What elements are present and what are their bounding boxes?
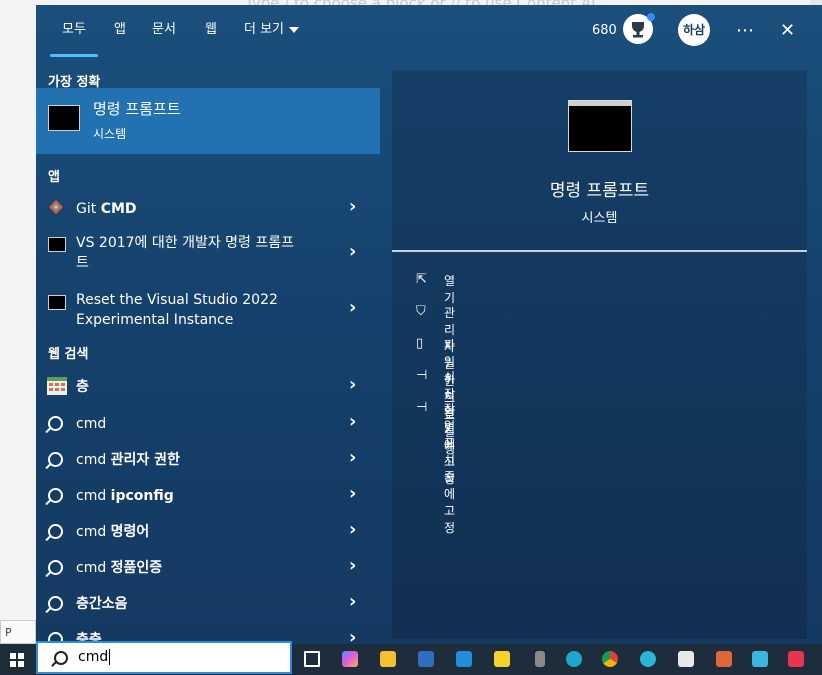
results-list: 가장 정확 명령 프롬프트 시스템 앱 Git CMD › VS 2017에 대… [36, 57, 380, 644]
git-icon [49, 200, 63, 214]
search-icon [48, 416, 63, 431]
chrome-icon[interactable] [602, 651, 618, 667]
list-item-web[interactable]: 층 › [36, 371, 380, 403]
cmd-large-icon [568, 100, 632, 152]
cmd-icon [48, 105, 80, 131]
chevron-right-icon[interactable]: › [349, 627, 356, 644]
tab-more[interactable]: 더 보기 [244, 5, 300, 57]
tab-web[interactable]: 웹 [205, 5, 217, 57]
app-label-line2: Experimental Instance [76, 312, 234, 328]
chevron-right-icon[interactable]: › [349, 447, 356, 468]
list-item-web[interactable]: cmd ipconfig › [36, 480, 380, 512]
chevron-right-icon[interactable]: › [349, 555, 356, 576]
web-image-icon [47, 377, 67, 395]
avatar[interactable]: 하삼자 [678, 14, 710, 46]
preview-divider [392, 250, 807, 252]
shield-icon: ⛉ [416, 304, 426, 319]
open-icon: ⇱ [416, 272, 427, 287]
usb-icon[interactable] [535, 651, 545, 667]
chevron-down-icon [289, 26, 300, 33]
file-location-icon: ▯ [416, 336, 424, 351]
pin-icon: ⊣ [416, 400, 428, 415]
more-options-icon[interactable]: ⋯ [736, 5, 755, 57]
app-icon[interactable] [640, 651, 656, 667]
web-label: cmd [76, 416, 107, 432]
web-label: 층 [76, 379, 89, 395]
preview-pane: 명령 프롬프트 시스템 ⇱ 열기 ⛉ 관리자 권한으로 실행 ▯ 파일 위치 열… [392, 70, 807, 639]
search-icon [48, 452, 63, 467]
list-item-app[interactable]: Git CMD › [36, 193, 380, 223]
search-icon [48, 488, 63, 503]
list-item-web[interactable]: cmd 정품인증 › [36, 552, 380, 584]
edge-icon[interactable] [566, 651, 582, 667]
web-label: cmd 정품인증 [76, 560, 163, 576]
best-match-title: 명령 프롬프트 [93, 100, 181, 118]
chevron-right-icon[interactable]: › [349, 196, 356, 217]
search-icon [48, 596, 63, 611]
web-label: cmd ipconfig [76, 488, 174, 504]
chevron-right-icon[interactable]: › [349, 483, 356, 504]
app-icon[interactable] [752, 651, 768, 667]
task-view-icon[interactable] [304, 651, 320, 667]
chevron-right-icon[interactable]: › [349, 241, 356, 262]
search-icon [48, 524, 63, 539]
copilot-icon[interactable] [342, 651, 358, 667]
list-item-app[interactable]: Reset the Visual Studio 2022 Experimenta… [36, 289, 380, 335]
search-icon [54, 651, 68, 665]
background-corner-box: P [0, 620, 36, 644]
file-explorer-icon[interactable] [380, 651, 396, 667]
app-icon[interactable] [788, 651, 804, 667]
rewards-trophy-icon[interactable] [623, 13, 655, 44]
sticky-notes-icon[interactable] [494, 651, 510, 667]
web-label: 층간소음 [76, 596, 128, 612]
rewards-points[interactable]: 680 [592, 5, 617, 57]
tab-apps[interactable]: 앱 [114, 5, 126, 57]
web-label: cmd 명령어 [76, 524, 150, 540]
search-panel-header: 모두 앱 문서 웹 더 보기 680 하삼자 ⋯ ✕ [36, 5, 822, 57]
chevron-right-icon[interactable]: › [349, 297, 356, 318]
app-label-line2: 트 [76, 255, 89, 271]
cmd-icon [48, 295, 66, 310]
chevron-right-icon[interactable]: › [349, 591, 356, 612]
chevron-right-icon[interactable]: › [349, 411, 356, 432]
search-icon [48, 560, 63, 575]
app-label-line1: VS 2017에 대한 개발자 명령 프롬프 [76, 235, 295, 251]
preview-title: 명령 프롬프트 [549, 181, 650, 201]
search-input-value: cmd [78, 649, 111, 665]
section-apps: 앱 [48, 170, 60, 185]
windows-start-icon[interactable] [10, 653, 24, 667]
tab-documents[interactable]: 문서 [152, 5, 176, 57]
list-item-app[interactable]: VS 2017에 대한 개발자 명령 프롬프 트 › [36, 231, 380, 277]
list-item-web[interactable]: cmd 명령어 › [36, 516, 380, 548]
tab-all[interactable]: 모두 [50, 5, 98, 57]
list-item-web[interactable]: cmd 관리자 권한 › [36, 444, 380, 476]
snipping-tool-icon[interactable] [418, 651, 434, 667]
section-web-search: 웹 검색 [48, 347, 89, 362]
tab-more-label: 더 보기 [244, 22, 285, 37]
app-icon[interactable] [716, 651, 732, 667]
search-panel: 모두 앱 문서 웹 더 보기 680 하삼자 ⋯ ✕ 가장 정확 명령 프롬프트… [36, 5, 822, 644]
best-match-item[interactable]: 명령 프롬프트 시스템 [36, 88, 380, 154]
chevron-right-icon[interactable]: › [349, 519, 356, 540]
cmd-icon [48, 237, 66, 252]
preview-subtitle: 시스템 [581, 211, 618, 226]
chevron-right-icon[interactable]: › [349, 374, 356, 395]
store-icon[interactable] [456, 651, 472, 667]
taskbar-search-input[interactable]: cmd [36, 641, 292, 674]
action-label: 작업 표시줄에 고정 [444, 402, 456, 535]
action-label: 열기 [444, 274, 456, 305]
pin-icon: ⊣ [416, 368, 428, 383]
web-label: cmd 관리자 권한 [76, 452, 180, 468]
notification-dot [647, 13, 655, 21]
list-item-web[interactable]: 층간소음 › [36, 588, 380, 620]
list-item-web[interactable]: cmd › [36, 408, 380, 440]
close-icon[interactable]: ✕ [780, 5, 795, 57]
best-match-subtitle: 시스템 [93, 127, 127, 141]
app-label: Git CMD [76, 201, 137, 217]
taskbar: cmd [0, 641, 822, 675]
app-label-line1: Reset the Visual Studio 2022 [76, 292, 278, 308]
app-icon[interactable] [678, 651, 694, 667]
